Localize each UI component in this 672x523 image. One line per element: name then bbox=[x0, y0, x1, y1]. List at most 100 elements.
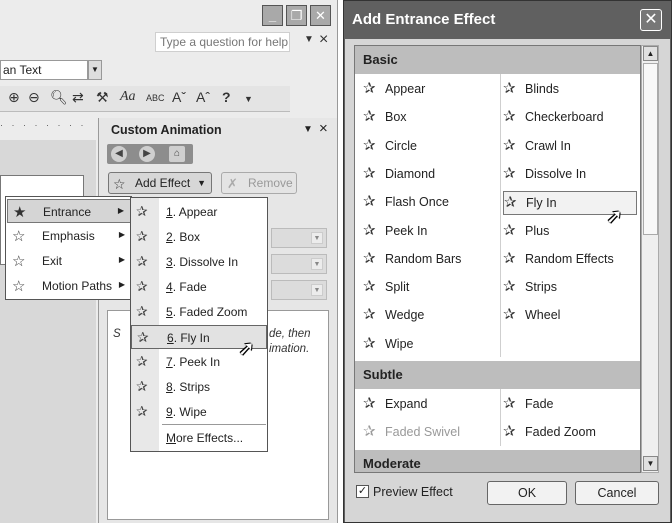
ruler: · · · · · · · · bbox=[0, 120, 87, 130]
hint-text: S bbox=[113, 328, 121, 340]
submenu-item-fade[interactable]: ✰ 4. Fade bbox=[131, 275, 267, 299]
abc-icon[interactable]: ABC bbox=[146, 93, 165, 103]
effect-wipe[interactable]: ✰ Wipe bbox=[363, 333, 497, 357]
menu-item-emphasis[interactable]: ☆ Emphasis ▶ bbox=[7, 224, 131, 248]
effect-label: Expand bbox=[385, 397, 428, 411]
zoom-in-icon[interactable]: ⊕ bbox=[8, 89, 20, 106]
chevron-right-icon: ▶ bbox=[118, 255, 125, 264]
menu-item-exit[interactable]: ☆ Exit ▶ bbox=[7, 249, 131, 273]
property-combo[interactable]: ▼ bbox=[271, 254, 327, 274]
menu-item-entrance[interactable]: ★ Entrance ▶ bbox=[7, 199, 131, 223]
add-effect-button[interactable]: ☆ Add Effect ▼ bbox=[108, 172, 212, 194]
preview-effect-checkbox[interactable]: ✓ bbox=[356, 485, 369, 498]
effect-wedge[interactable]: ✰ Wedge bbox=[363, 304, 497, 328]
submenu-item-appear[interactable]: ✰ 1. Appear bbox=[131, 200, 267, 224]
speed-combo[interactable]: ▼ bbox=[271, 280, 327, 300]
scroll-thumb[interactable] bbox=[643, 63, 658, 235]
submenu-item-label: 7. Peek In bbox=[166, 355, 221, 369]
effect-wheel[interactable]: ✰ Wheel bbox=[503, 304, 637, 328]
scroll-down-icon[interactable]: ▼ bbox=[643, 456, 658, 471]
section-header-subtle: Subtle bbox=[355, 361, 640, 389]
close-button[interactable]: ✕ bbox=[310, 5, 331, 26]
column-divider bbox=[500, 389, 501, 446]
effect-diamond[interactable]: ✰ Diamond bbox=[363, 163, 497, 187]
restore-button[interactable]: ❐ bbox=[286, 5, 307, 26]
screenshot-root: _ ❐ ✕ Type a question for help ▼ × an Te… bbox=[0, 0, 672, 523]
menu-item-label: Motion Paths bbox=[42, 279, 113, 293]
effect-blinds[interactable]: ✰ Blinds bbox=[503, 78, 637, 102]
ok-button[interactable]: OK bbox=[487, 481, 567, 505]
effect-label: Split bbox=[385, 280, 410, 295]
format-painter-icon[interactable]: ⚒ bbox=[96, 89, 109, 106]
effect-faded-swivel[interactable]: ✰ Faded Swivel bbox=[363, 421, 497, 445]
effect-star-icon: ✰ bbox=[503, 249, 516, 267]
scroll-up-icon[interactable]: ▲ bbox=[643, 46, 658, 61]
minimize-button[interactable]: _ bbox=[262, 5, 283, 26]
menu-item-label: Entrance bbox=[43, 205, 92, 219]
font-shrink-icon[interactable]: Aˇ bbox=[172, 89, 186, 105]
chevron-down-icon[interactable]: ▼ bbox=[303, 124, 313, 135]
replace-icon[interactable]: ⇄ bbox=[72, 89, 84, 106]
effect-star-icon: ✰ bbox=[136, 203, 148, 219]
hint-text: imation. bbox=[269, 343, 310, 355]
effect-star-icon: ✰ bbox=[363, 249, 376, 267]
close-icon[interactable]: × bbox=[319, 31, 328, 49]
zoom-out-icon[interactable]: ⊖ bbox=[28, 89, 40, 106]
find-icon[interactable]: 🔍︎ bbox=[50, 89, 68, 106]
submenu-item-wipe[interactable]: ✰ 9. Wipe bbox=[131, 400, 267, 424]
back-icon[interactable]: ◀ bbox=[111, 146, 127, 162]
effect-checkerboard[interactable]: ✰ Checkerboard bbox=[503, 106, 637, 130]
more-effects-item[interactable]: More Effects... bbox=[166, 431, 243, 445]
effect-circle[interactable]: ✰ Circle bbox=[363, 135, 497, 159]
effect-star-icon: ✰ bbox=[503, 80, 516, 97]
effect-dissolve-in[interactable]: ✰ Dissolve In bbox=[503, 163, 637, 187]
effect-box[interactable]: ✰ Box bbox=[363, 106, 497, 130]
help-icon[interactable]: ? bbox=[222, 89, 231, 105]
effect-star-icon: ✰ bbox=[363, 221, 376, 239]
effect-star-icon: ✰ bbox=[503, 278, 516, 296]
chevron-right-icon: ▶ bbox=[118, 230, 125, 239]
effect-star-icon: ✰ bbox=[503, 164, 516, 182]
effect-star-icon: ✰ bbox=[363, 306, 376, 324]
start-combo[interactable]: ▼ bbox=[271, 228, 327, 248]
effect-label: Wedge bbox=[385, 308, 425, 323]
effect-flash-once[interactable]: ✰ Flash Once bbox=[363, 191, 497, 215]
effect-list-scrollbar[interactable]: ▲ ▼ bbox=[641, 45, 659, 473]
forward-icon[interactable]: ▶ bbox=[139, 146, 155, 162]
dialog-close-button[interactable]: ✕ bbox=[640, 9, 662, 31]
submenu-item-faded-zoom[interactable]: ✰ 5. Faded Zoom bbox=[131, 300, 267, 324]
effect-appear[interactable]: ✰ Appear bbox=[363, 78, 497, 102]
effect-star-icon: ✰ bbox=[363, 423, 376, 441]
remove-button[interactable]: ✗ Remove bbox=[221, 172, 297, 194]
effect-faded-zoom[interactable]: ✰ Faded Zoom bbox=[503, 421, 637, 445]
effect-star-icon: ✰ bbox=[136, 403, 148, 419]
effect-star-icon: ✰ bbox=[363, 193, 376, 211]
effect-random-bars[interactable]: ✰ Random Bars bbox=[363, 248, 497, 272]
home-icon[interactable]: ⌂ bbox=[169, 146, 185, 162]
submenu-item-label: 4. Fade bbox=[166, 280, 207, 294]
font-name-field[interactable]: an Text bbox=[0, 60, 88, 80]
preview-effect-label: Preview Effect bbox=[373, 485, 453, 499]
help-search-input[interactable]: Type a question for help bbox=[155, 32, 290, 52]
submenu-item-dissolve-in[interactable]: ✰ 3. Dissolve In bbox=[131, 250, 267, 274]
text-style-icon[interactable]: Aa bbox=[120, 89, 136, 105]
submenu-item-box[interactable]: ✰ 2. Box bbox=[131, 225, 267, 249]
toolbar-options-icon[interactable]: ▼ bbox=[244, 94, 253, 104]
effect-strips[interactable]: ✰ Strips bbox=[503, 276, 637, 300]
submenu-item-strips[interactable]: ✰ 8. Strips bbox=[131, 375, 267, 399]
menu-item-motion-paths[interactable]: ☆ Motion Paths ▶ bbox=[7, 274, 131, 298]
font-grow-icon[interactable]: Aˆ bbox=[196, 89, 210, 105]
effect-crawl-in[interactable]: ✰ Crawl In bbox=[503, 135, 637, 159]
effect-fade[interactable]: ✰ Fade bbox=[503, 393, 637, 417]
chevron-down-icon[interactable]: ▼ bbox=[304, 34, 314, 45]
cancel-button[interactable]: Cancel bbox=[575, 481, 659, 505]
effect-expand[interactable]: ✰ Expand bbox=[363, 393, 497, 417]
effect-label: Checkerboard bbox=[525, 110, 604, 125]
close-icon[interactable]: × bbox=[319, 120, 328, 137]
hint-text: de, then bbox=[269, 328, 311, 340]
font-dropdown-button[interactable]: ▼ bbox=[88, 60, 102, 80]
effect-random-effects[interactable]: ✰ Random Effects bbox=[503, 248, 637, 272]
effect-peek-in[interactable]: ✰ Peek In bbox=[363, 220, 497, 244]
effect-split[interactable]: ✰ Split bbox=[363, 276, 497, 300]
effect-star-icon: ✰ bbox=[136, 353, 148, 369]
